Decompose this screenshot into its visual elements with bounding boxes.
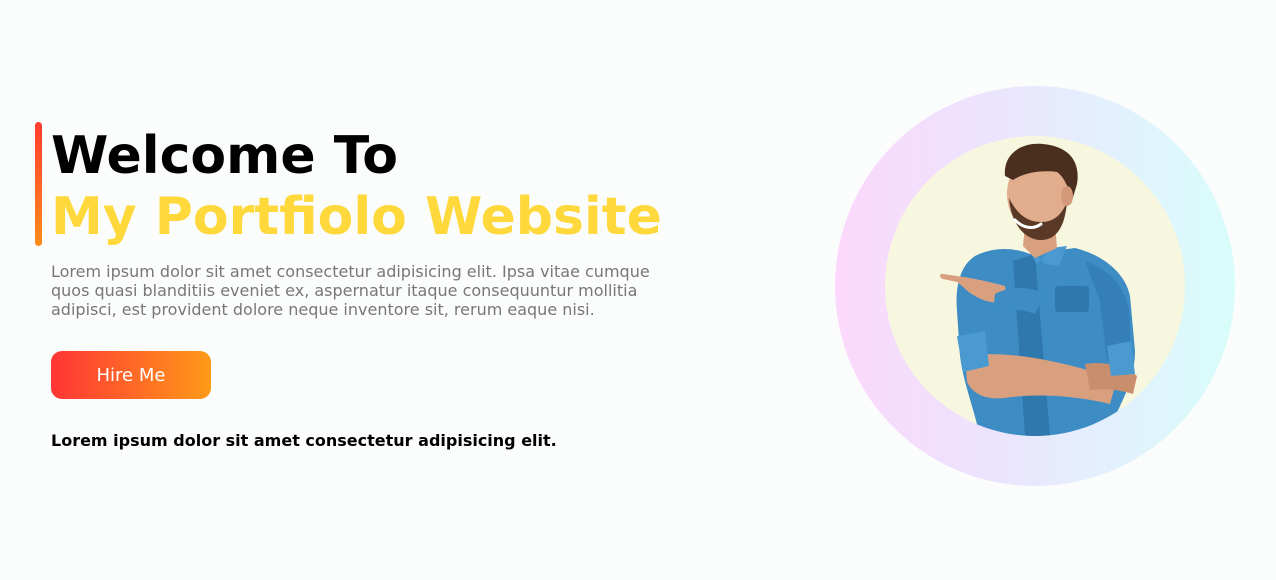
- hero-tagline: Lorem ipsum dolor sit amet consectetur a…: [51, 431, 557, 450]
- hero-title-primary: Welcome To: [51, 126, 398, 186]
- hero-section: Welcome To My Portfiolo Website Lorem ip…: [0, 0, 1276, 580]
- hire-me-button[interactable]: Hire Me: [51, 351, 211, 399]
- hero-title-highlight: My Portfiolo Website: [51, 187, 662, 247]
- hero-description: Lorem ipsum dolor sit amet consectetur a…: [51, 262, 650, 319]
- profile-photo: [940, 143, 1137, 436]
- profile-image-frame: [885, 136, 1185, 436]
- title-accent-bar: [35, 122, 42, 246]
